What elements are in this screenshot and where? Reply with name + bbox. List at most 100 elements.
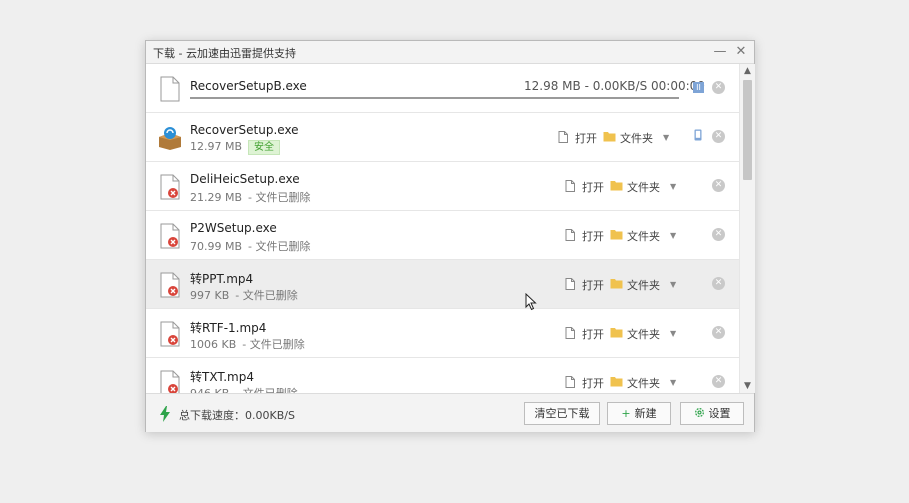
file-name: P2WSetup.exe [190,221,277,235]
clear-downloaded-label: 清空已下载 [534,407,590,420]
file-name: 转PPT.mp4 [190,272,254,286]
lightning-icon [160,406,170,422]
settings-label: 设置 [708,407,731,420]
chevron-down-icon[interactable]: ▼ [670,329,676,338]
deleted-file-icon [160,370,180,393]
file-name: RecoverSetupB.exe [190,79,307,93]
phone-icon[interactable] [694,129,702,141]
remove-button[interactable]: ✕ [712,277,725,290]
file-name: DeliHeicSetup.exe [190,172,300,186]
file-size: 1006 KB [190,338,237,351]
open-folder-button[interactable]: 文件夹 [627,326,660,342]
chevron-down-icon[interactable]: ▼ [670,182,676,191]
open-file-icon [565,180,575,195]
clear-downloaded-button[interactable]: 清空已下载 [524,402,600,425]
gear-icon [694,408,704,417]
open-button[interactable]: 打开 [582,228,604,244]
scroll-thumb[interactable] [743,80,752,180]
download-item-row[interactable]: DeliHeicSetup.exe 21.29 MB - 文件已删除 打开 文件夹 ▼ ✕ [146,162,739,211]
file-status: - 文件已删除 [242,338,305,351]
file-meta: 21.29 MB - 文件已删除 [190,189,311,205]
file-meta: 12.97 MB 安全 [190,140,281,155]
mouse-cursor-icon [525,293,537,311]
file-status: - 文件已删除 [248,191,311,204]
settings-button[interactable]: 设置 [680,402,744,425]
chevron-down-icon[interactable]: ▼ [670,378,676,387]
open-button[interactable]: 打开 [582,375,604,391]
chevron-down-icon[interactable]: ▼ [670,280,676,289]
title-bar[interactable]: 下载 - 云加速由迅雷提供支持 — ✕ [146,41,754,64]
file-status: - 文件已删除 [248,240,311,253]
total-speed: 总下载速度：0.00KB/S [179,409,295,422]
file-meta: 997 KB - 文件已删除 [190,287,298,303]
open-file-icon [565,278,575,293]
file-icon [160,76,180,102]
download-item-row[interactable]: RecoverSetup.exe 12.97 MB 安全 打开 文件夹 ▼ ✕ [146,113,739,162]
file-meta: 1006 KB - 文件已删除 [190,336,305,352]
safe-badge: 安全 [248,140,281,155]
pause-button[interactable]: II [693,82,704,93]
file-status: - 文件已删除 [235,289,298,302]
minimize-button[interactable]: — [711,43,729,61]
new-download-label: 新建 [634,407,657,420]
open-file-icon [565,229,575,244]
file-size: 21.29 MB [190,191,243,204]
folder-icon [610,278,623,292]
open-folder-button[interactable]: 文件夹 [627,228,660,244]
chevron-down-icon[interactable]: ▼ [670,231,676,240]
folder-icon [603,131,616,145]
open-file-icon [558,131,568,146]
download-item-row[interactable]: 转TXT.mp4946 KB- 文件已删除 打开 文件夹 ▼ ✕ [146,358,739,393]
open-button[interactable]: 打开 [582,326,604,342]
file-name: RecoverSetup.exe [190,123,299,137]
open-folder-button[interactable]: 文件夹 [620,130,653,146]
installer-box-icon [159,127,181,150]
new-download-button[interactable]: + 新建 [607,402,671,425]
download-item-row[interactable]: 转PPT.mp4 997 KB - 文件已删除 打开 文件夹 ▼ ✕ [146,260,739,309]
open-folder-button[interactable]: 文件夹 [627,375,660,391]
file-size: 997 KB [190,289,230,302]
remove-button[interactable]: ✕ [712,179,725,192]
download-list: RecoverSetupB.exe 12.98 MB - 0.00KB/S 00… [146,64,739,393]
footer-bar: 总下载速度：0.00KB/S 清空已下载 + 新建 设置 [146,393,754,432]
window-title: 下载 - 云加速由迅雷提供支持 [153,47,296,60]
remove-button[interactable]: ✕ [712,375,725,388]
plus-icon: + [621,407,631,420]
progress-text: 12.98 MB - 0.00KB/S 00:00:00 [524,79,705,93]
download-item-row[interactable]: P2WSetup.exe 70.99 MB - 文件已删除 打开 文件夹 ▼ ✕ [146,211,739,260]
chevron-down-icon[interactable]: ▼ [663,133,669,142]
remove-button[interactable]: ✕ [712,130,725,143]
scrollbar[interactable]: ▲ ▼ [739,64,755,393]
deleted-file-icon [160,321,180,347]
open-button[interactable]: 打开 [582,179,604,195]
open-button[interactable]: 打开 [575,130,597,146]
open-file-icon [565,376,575,391]
close-window-button[interactable]: ✕ [732,43,750,61]
open-button[interactable]: 打开 [582,277,604,293]
download-window: 下载 - 云加速由迅雷提供支持 — ✕ RecoverSetupB.exe 12… [145,40,755,432]
file-name: 转RTF-1.mp4 [190,321,267,335]
remove-button[interactable]: ✕ [712,81,725,94]
folder-icon [610,376,623,390]
scroll-down-arrow[interactable]: ▼ [740,379,755,393]
scroll-up-arrow[interactable]: ▲ [740,64,755,78]
folder-icon [610,229,623,243]
remove-button[interactable]: ✕ [712,326,725,339]
file-name: 转TXT.mp4 [190,370,255,384]
open-file-icon [565,327,575,342]
download-item-row[interactable]: 转RTF-1.mp4 1006 KB - 文件已删除 打开 文件夹 ▼ ✕ [146,309,739,358]
file-size: 12.97 MB [190,140,243,153]
downloading-row[interactable]: RecoverSetupB.exe 12.98 MB - 0.00KB/S 00… [146,64,739,113]
file-meta: 70.99 MB - 文件已删除 [190,238,311,254]
file-size: 70.99 MB [190,240,243,253]
open-folder-button[interactable]: 文件夹 [627,277,660,293]
deleted-file-icon [160,272,180,298]
folder-icon [610,180,623,194]
progress-bar [190,97,679,99]
remove-button[interactable]: ✕ [712,228,725,241]
open-folder-button[interactable]: 文件夹 [627,179,660,195]
deleted-file-icon [160,223,180,249]
folder-icon [610,327,623,341]
deleted-file-icon [160,174,180,200]
progress-fill [190,97,679,99]
